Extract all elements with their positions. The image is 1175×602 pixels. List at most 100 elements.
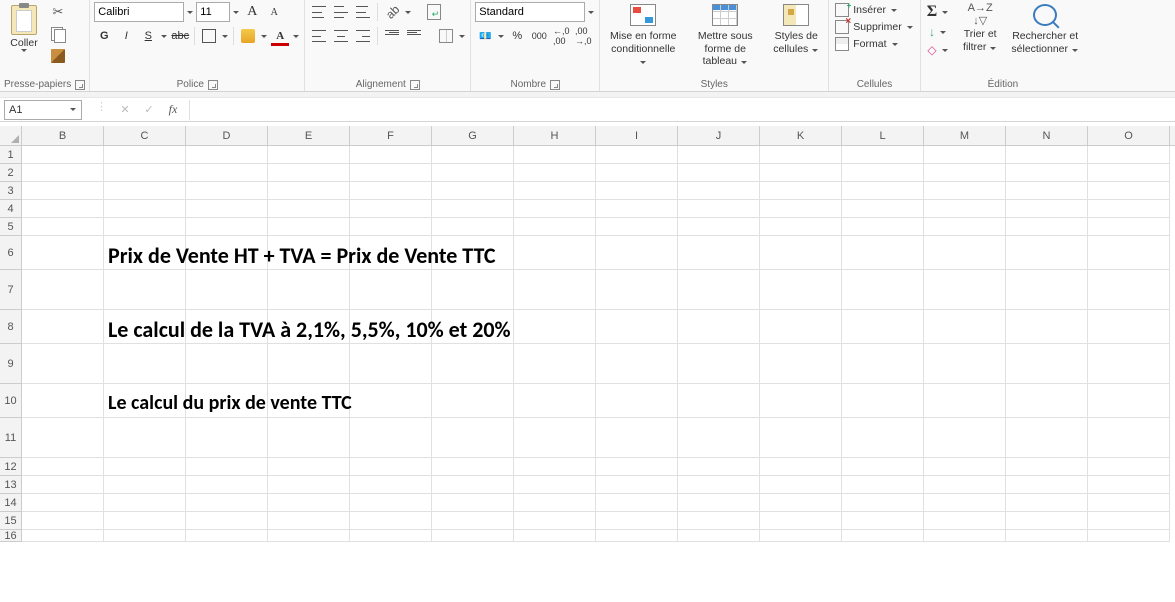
cell[interactable]	[842, 310, 924, 344]
cell[interactable]	[596, 530, 678, 542]
sort-filter-button[interactable]: A→Z↓▽ Trier et filtrer	[955, 2, 1005, 53]
cell[interactable]	[596, 182, 678, 200]
cell[interactable]	[924, 344, 1006, 384]
cell[interactable]	[432, 164, 514, 182]
row-header[interactable]: 6	[0, 236, 21, 270]
row-header[interactable]: 10	[0, 384, 21, 418]
cell[interactable]	[514, 530, 596, 542]
cell[interactable]	[596, 344, 678, 384]
cell[interactable]	[596, 494, 678, 512]
row-header[interactable]: 13	[0, 476, 21, 494]
cell[interactable]	[596, 270, 678, 310]
percent-button[interactable]: %	[507, 26, 527, 46]
cell[interactable]	[104, 164, 186, 182]
cell[interactable]	[760, 182, 842, 200]
cell[interactable]	[350, 494, 432, 512]
cell[interactable]	[432, 218, 514, 236]
cell[interactable]	[514, 200, 596, 218]
cell[interactable]	[432, 384, 514, 418]
cell[interactable]	[924, 458, 1006, 476]
cell[interactable]	[514, 344, 596, 384]
cell[interactable]	[350, 458, 432, 476]
cell[interactable]	[1006, 458, 1088, 476]
cell[interactable]	[186, 146, 268, 164]
cell[interactable]	[350, 418, 432, 458]
column-header[interactable]: C	[104, 126, 186, 145]
cell[interactable]	[186, 270, 268, 310]
cell[interactable]	[678, 494, 760, 512]
dialog-launcher[interactable]	[75, 80, 85, 90]
cell[interactable]	[22, 344, 104, 384]
bold-button[interactable]: G	[94, 26, 114, 46]
cell[interactable]	[842, 418, 924, 458]
cell[interactable]	[1088, 384, 1170, 418]
align-right-button[interactable]	[353, 26, 373, 46]
cell[interactable]	[350, 476, 432, 494]
cell[interactable]	[596, 236, 678, 270]
cell[interactable]	[514, 164, 596, 182]
cell[interactable]	[350, 164, 432, 182]
cell[interactable]	[22, 458, 104, 476]
cell[interactable]	[104, 270, 186, 310]
cell[interactable]	[842, 344, 924, 384]
currency-button[interactable]: 💶	[475, 26, 495, 46]
cell[interactable]	[924, 218, 1006, 236]
cut-button[interactable]: ✂	[48, 2, 68, 22]
cell[interactable]	[1088, 418, 1170, 458]
number-format-input[interactable]	[475, 2, 585, 22]
cell[interactable]	[186, 418, 268, 458]
decrease-decimal-button[interactable]: ,00→,0	[573, 26, 593, 46]
merge-dropdown[interactable]	[458, 32, 466, 41]
number-format-dropdown[interactable]	[587, 8, 595, 17]
cell[interactable]	[268, 458, 350, 476]
cell[interactable]	[104, 218, 186, 236]
cell[interactable]	[924, 530, 1006, 542]
cell[interactable]	[186, 476, 268, 494]
cell[interactable]	[678, 146, 760, 164]
cell[interactable]	[350, 512, 432, 530]
cell[interactable]	[678, 236, 760, 270]
column-header[interactable]: H	[514, 126, 596, 145]
cell[interactable]	[924, 270, 1006, 310]
column-header[interactable]: O	[1088, 126, 1170, 145]
cell[interactable]	[1006, 182, 1088, 200]
cell[interactable]	[1088, 182, 1170, 200]
conditional-formatting-button[interactable]: Mise en forme conditionnelle	[604, 2, 682, 68]
format-painter-button[interactable]	[48, 46, 68, 66]
cell[interactable]	[432, 270, 514, 310]
font-name-dropdown[interactable]	[186, 8, 194, 17]
row-header[interactable]: 2	[0, 164, 21, 182]
format-as-table-button[interactable]: Mettre sous forme de tableau	[686, 2, 764, 68]
row-header[interactable]: 15	[0, 512, 21, 530]
cell[interactable]	[1088, 512, 1170, 530]
cell[interactable]	[268, 476, 350, 494]
cell[interactable]	[268, 146, 350, 164]
font-color-button[interactable]: A	[270, 26, 290, 46]
cell[interactable]	[1006, 344, 1088, 384]
cell[interactable]	[842, 270, 924, 310]
row-header[interactable]: 7	[0, 270, 21, 310]
paste-button[interactable]: Coller	[4, 2, 44, 55]
cell[interactable]	[760, 236, 842, 270]
cell[interactable]	[760, 218, 842, 236]
cell[interactable]	[268, 530, 350, 542]
cell[interactable]	[924, 384, 1006, 418]
cell[interactable]	[1088, 270, 1170, 310]
cell[interactable]	[1088, 146, 1170, 164]
cell[interactable]	[1088, 200, 1170, 218]
cell[interactable]	[924, 476, 1006, 494]
cell[interactable]	[22, 494, 104, 512]
cell[interactable]	[268, 344, 350, 384]
row-header[interactable]: 11	[0, 418, 21, 458]
cell[interactable]	[22, 270, 104, 310]
cell[interactable]	[514, 146, 596, 164]
dialog-launcher[interactable]	[410, 80, 420, 90]
thousands-button[interactable]: 000	[529, 26, 549, 46]
column-header[interactable]: I	[596, 126, 678, 145]
underline-button[interactable]: S	[138, 26, 158, 46]
cell[interactable]	[432, 200, 514, 218]
cell[interactable]	[678, 384, 760, 418]
cell[interactable]	[678, 530, 760, 542]
formula-input[interactable]	[190, 100, 1175, 120]
cell[interactable]	[350, 384, 432, 418]
